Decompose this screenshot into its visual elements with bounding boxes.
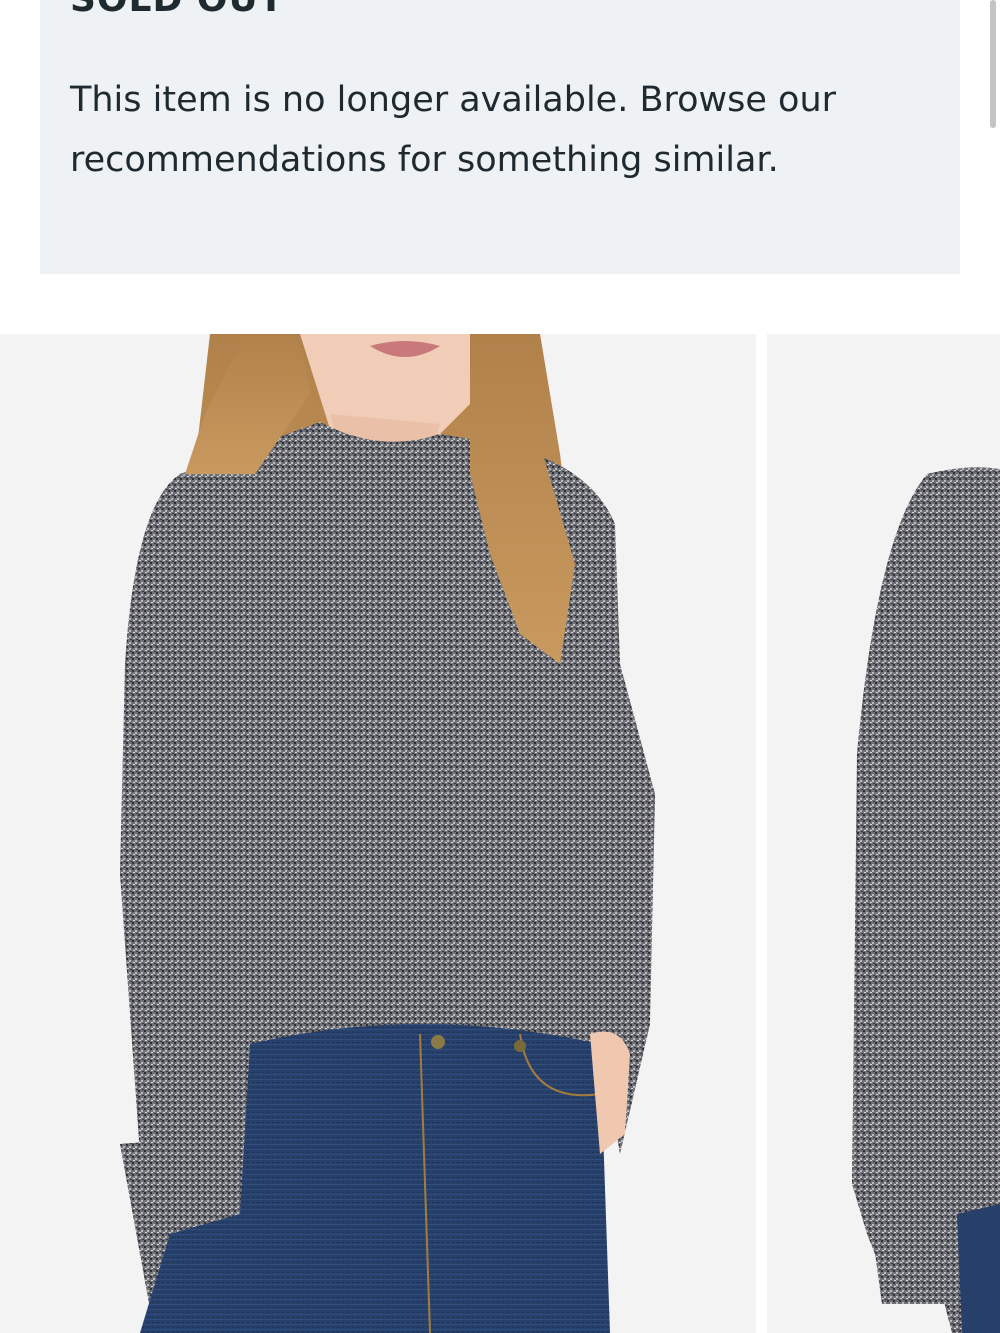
product-page: SOLD OUT This item is no longer availabl…: [0, 0, 1000, 1333]
product-image-front[interactable]: [0, 334, 756, 1333]
sweater-photo-side: [767, 334, 1000, 1333]
scrollbar[interactable]: [990, 0, 996, 128]
product-image-side[interactable]: [767, 334, 1000, 1333]
sold-out-notice: SOLD OUT This item is no longer availabl…: [40, 0, 960, 274]
product-image-carousel[interactable]: [0, 334, 1000, 1333]
sold-out-title: SOLD OUT: [70, 0, 930, 22]
sold-out-message: This item is no longer available. Browse…: [70, 80, 837, 180]
sweater-photo-front: [0, 334, 756, 1333]
